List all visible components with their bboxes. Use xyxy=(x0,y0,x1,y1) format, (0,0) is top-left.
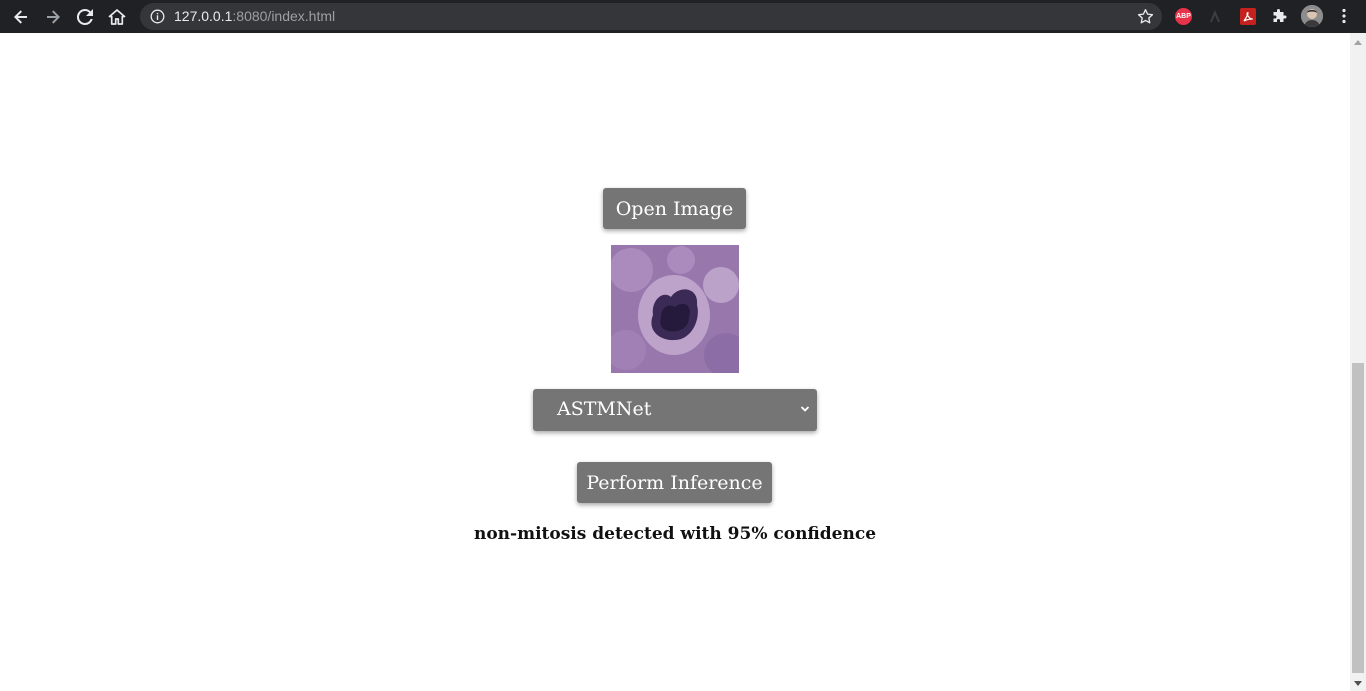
browser-toolbar: 127.0.0.1:8080/index.html ABP xyxy=(0,0,1366,33)
extension-icon[interactable] xyxy=(1205,6,1225,26)
vertical-scrollbar[interactable] xyxy=(1350,33,1366,691)
forward-button[interactable] xyxy=(40,4,66,30)
url-host: 127.0.0.1 xyxy=(174,8,233,24)
inference-result: non-mitosis detected with 95% confidence xyxy=(473,524,877,544)
info-icon[interactable] xyxy=(150,9,165,24)
back-button[interactable] xyxy=(8,4,34,30)
page-content: Open Image ASTMNet Perform Inference non… xyxy=(0,33,1350,691)
image-preview xyxy=(611,245,739,373)
scroll-thumb[interactable] xyxy=(1352,363,1364,673)
adblock-extension-icon[interactable]: ABP xyxy=(1175,8,1192,25)
tool-icon xyxy=(1210,10,1220,22)
reload-icon xyxy=(76,8,93,25)
cell-image xyxy=(611,245,739,373)
acrobat-icon xyxy=(1243,11,1253,22)
kebab-menu-icon xyxy=(1342,8,1346,24)
home-button[interactable] xyxy=(104,4,130,30)
scroll-up-arrow[interactable] xyxy=(1354,40,1362,45)
avatar-icon xyxy=(1301,5,1323,27)
home-icon xyxy=(108,9,126,25)
address-bar[interactable]: 127.0.0.1:8080/index.html xyxy=(140,3,1162,30)
extensions-button[interactable] xyxy=(1269,6,1289,26)
url-text[interactable]: 127.0.0.1:8080/index.html xyxy=(174,8,335,24)
reload-button[interactable] xyxy=(72,4,98,30)
open-image-button[interactable]: Open Image xyxy=(603,188,746,229)
model-select[interactable]: ASTMNet xyxy=(533,389,817,431)
arrow-right-icon xyxy=(47,10,60,24)
chevron-down-icon xyxy=(800,406,810,412)
profile-avatar[interactable] xyxy=(1301,5,1323,27)
scroll-down-arrow[interactable] xyxy=(1354,681,1362,686)
menu-button[interactable] xyxy=(1334,6,1354,26)
bookmark-star-icon[interactable] xyxy=(1137,8,1154,25)
arrow-left-icon xyxy=(14,10,27,24)
model-select-value: ASTMNet xyxy=(557,398,652,420)
url-path: :8080/index.html xyxy=(232,8,336,24)
perform-inference-button[interactable]: Perform Inference xyxy=(577,462,772,503)
pdf-extension-icon[interactable] xyxy=(1240,8,1256,25)
puzzle-icon xyxy=(1273,8,1286,22)
